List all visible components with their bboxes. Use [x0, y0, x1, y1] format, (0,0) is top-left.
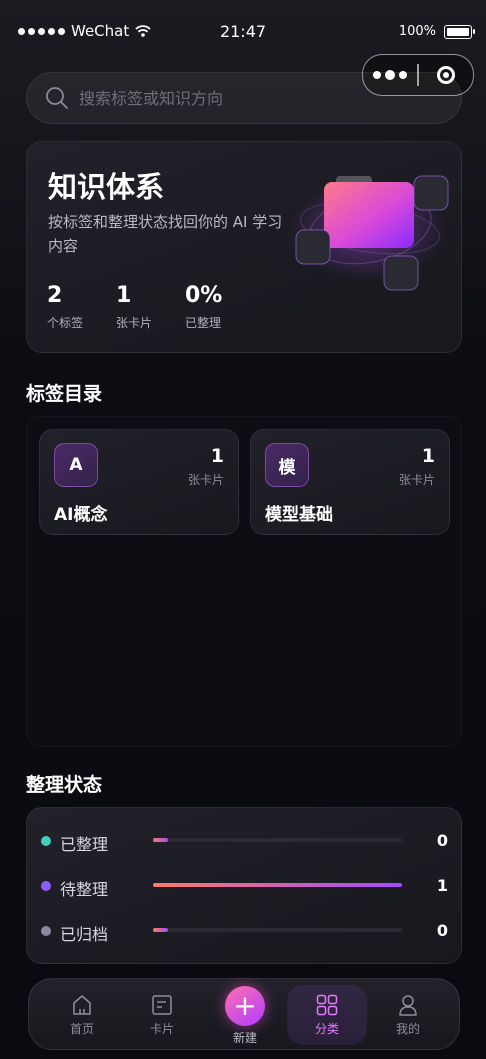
tab-home[interactable]: 首页 [51, 979, 113, 1051]
search-input[interactable] [77, 87, 381, 109]
status-label-organized: 已整理 [60, 835, 109, 854]
tag-card-count: 1 [210, 445, 224, 467]
stat-tags-label: 个标签 [47, 316, 84, 330]
tags-section-title: 标签目录 [26, 383, 103, 405]
status-label-pending: 待整理 [60, 880, 109, 899]
battery-icon [444, 24, 475, 39]
tab-cards-label: 卡片 [149, 1021, 174, 1036]
tag-card-count: 1 [421, 445, 435, 467]
tab-home-label: 首页 [69, 1021, 94, 1036]
grid-icon [316, 994, 338, 1015]
status-value-archived: 0 [436, 921, 448, 940]
card-icon [152, 994, 172, 1015]
stat-organized-value: 0% [185, 283, 223, 308]
tab-profile-label: 我的 [395, 1021, 420, 1036]
tag-badge: A [54, 443, 98, 487]
status-fill [153, 838, 168, 842]
status-dot-archived [41, 926, 51, 936]
status-section-title: 整理状态 [26, 774, 103, 796]
status-dot-pending [41, 881, 51, 891]
tag-card-name: 模型基础 [265, 505, 333, 525]
search-bar[interactable] [26, 72, 462, 124]
user-icon [399, 994, 417, 1016]
tag-card-model[interactable]: 模 1 张卡片 模型基础 [250, 429, 450, 535]
tab-categories[interactable]: 分类 [287, 985, 367, 1045]
status-dot-organized [41, 836, 51, 846]
tag-card-name: AI概念 [54, 505, 108, 525]
status-bar: WeChat 21:47 100% [0, 0, 486, 60]
tab-cards[interactable]: 卡片 [131, 979, 193, 1051]
status-bar-pending [153, 883, 402, 887]
status-value-organized: 0 [436, 831, 448, 850]
stat-organized-label: 已整理 [185, 316, 222, 330]
status-label-archived: 已归档 [60, 925, 109, 944]
status-bar-organized [153, 838, 402, 842]
status-fill [153, 928, 168, 932]
hero-title: 知识体系 [48, 170, 165, 204]
folder-illustration [290, 175, 449, 291]
hero-subtitle: 按标签和整理状态找回你的 AI 学习内容 [48, 213, 283, 255]
tag-card-unit: 张卡片 [398, 473, 435, 487]
tab-profile[interactable]: 我的 [377, 979, 439, 1051]
status-fill [153, 883, 402, 887]
create-button[interactable]: + [225, 986, 265, 1026]
tag-card-ai[interactable]: A 1 张卡片 AI概念 [39, 429, 239, 535]
stat-cards-value: 1 [116, 283, 132, 308]
status-value-pending: 1 [436, 876, 448, 895]
search-icon [46, 87, 68, 109]
status-bar-archived [153, 928, 402, 932]
battery-group: 100% [398, 24, 475, 39]
plus-icon: + [233, 989, 257, 1022]
stat-cards-label: 张卡片 [116, 316, 153, 330]
tag-badge: 模 [265, 443, 309, 487]
home-icon [73, 994, 91, 1015]
tag-card-unit: 张卡片 [187, 473, 224, 487]
stat-tags-value: 2 [47, 283, 63, 308]
tab-categories-label: 分类 [314, 1021, 339, 1036]
create-button-label: 新建 [232, 1031, 257, 1045]
battery-percent: 100% [398, 24, 436, 39]
